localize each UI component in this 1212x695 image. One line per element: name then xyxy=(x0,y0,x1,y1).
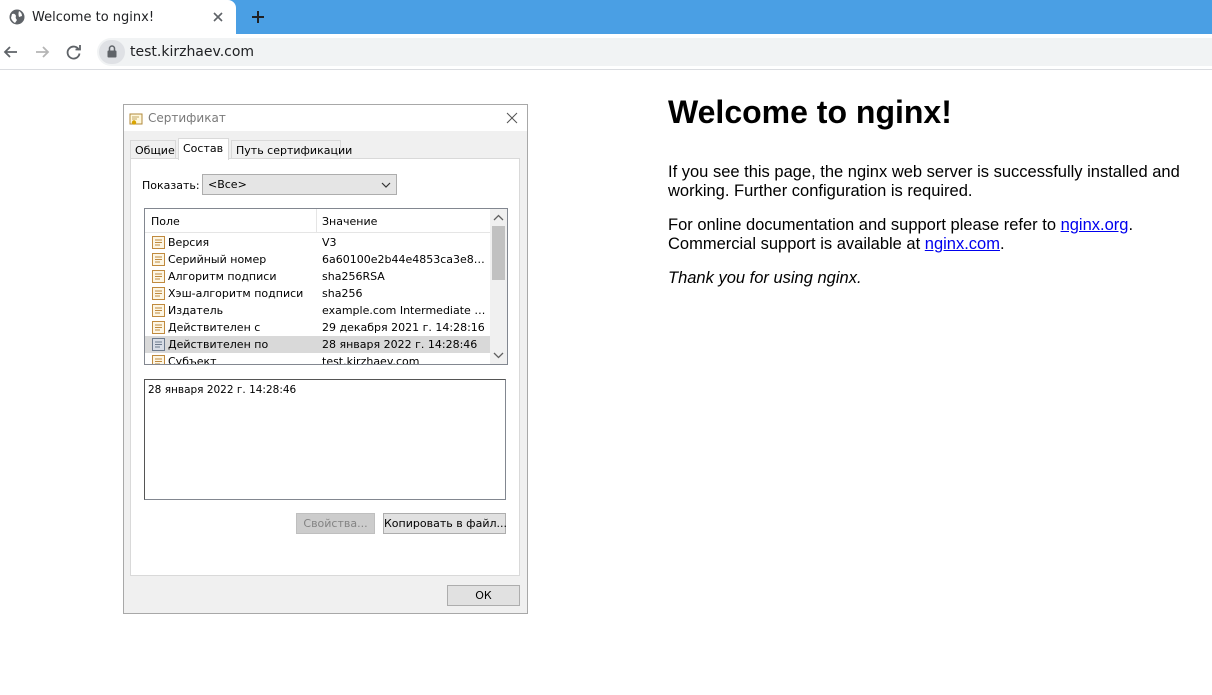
nginx-org-link[interactable]: nginx.org xyxy=(1061,216,1129,234)
field-icon xyxy=(152,355,165,364)
tab-strip: Welcome to nginx! xyxy=(0,0,1212,34)
field-icon xyxy=(152,304,165,317)
thanks-paragraph: Thank you for using nginx. xyxy=(668,269,1198,288)
tab-title: Welcome to nginx! xyxy=(32,10,155,25)
table-row-selected[interactable]: Действителен по 28 января 2022 г. 14:28:… xyxy=(145,336,490,353)
address-bar[interactable]: test.kirzhaev.com xyxy=(97,38,1212,66)
row-value: 28 января 2022 г. 14:28:46 xyxy=(322,338,478,351)
show-dropdown-value: <Все> xyxy=(208,178,247,191)
row-field: Алгоритм подписи xyxy=(168,270,277,283)
row-value: 6a60100e2b44e4853ca3e81c... xyxy=(322,253,487,266)
row-field: Субъект xyxy=(168,355,217,365)
show-dropdown[interactable]: <Все> xyxy=(202,174,397,195)
site-info-button[interactable] xyxy=(99,40,125,64)
rows: Версия V3 Серийный номер 6a60100e2b44e48… xyxy=(145,234,490,365)
field-icon xyxy=(152,236,165,249)
column-value[interactable]: Значение xyxy=(322,215,377,228)
certificate-dialog: Сертификат Общие Состав Путь сертификаци… xyxy=(123,104,528,614)
close-icon[interactable] xyxy=(504,110,520,126)
thanks-text: Thank you for using nginx. xyxy=(668,269,862,287)
dialog-titlebar[interactable]: Сертификат xyxy=(124,105,527,131)
browser-tab[interactable]: Welcome to nginx! xyxy=(0,0,236,34)
list-header: Поле Значение xyxy=(145,209,490,233)
field-icon xyxy=(152,270,165,283)
nginx-com-link[interactable]: nginx.com xyxy=(925,235,1000,253)
field-icon xyxy=(152,253,165,266)
table-row[interactable]: Субъект test.kirzhaev.com xyxy=(145,353,490,365)
field-icon xyxy=(152,338,165,351)
row-field: Версия xyxy=(168,236,210,249)
details-pane: Показать: <Все> Поле Значение Версия V3 xyxy=(130,158,520,576)
certificate-icon xyxy=(129,113,143,125)
row-value: 29 декабря 2021 г. 14:28:16 xyxy=(322,321,485,334)
close-tab-icon[interactable] xyxy=(210,9,226,25)
table-row[interactable]: Серийный номер 6a60100e2b44e4853ca3e81c.… xyxy=(145,251,490,268)
table-row[interactable]: Хэш-алгоритм подписи sha256 xyxy=(145,285,490,302)
docs-paragraph: For online documentation and support ple… xyxy=(668,216,1198,254)
docs-text: For online documentation and support ple… xyxy=(668,216,1061,234)
scrollbar-thumb[interactable] xyxy=(492,226,505,280)
column-field[interactable]: Поле xyxy=(151,215,180,228)
row-field: Действителен по xyxy=(168,338,269,351)
row-value: test.kirzhaev.com xyxy=(322,355,420,365)
table-row[interactable]: Алгоритм подписи sha256RSA xyxy=(145,268,490,285)
browser-toolbar: test.kirzhaev.com xyxy=(0,34,1212,70)
value-detail-box[interactable]: 28 января 2022 г. 14:28:46 xyxy=(144,379,506,500)
url-text[interactable]: test.kirzhaev.com xyxy=(130,44,254,60)
list-scrollbar[interactable] xyxy=(490,209,507,364)
table-row[interactable]: Действителен с 29 декабря 2021 г. 14:28:… xyxy=(145,319,490,336)
docs-text-end: . xyxy=(999,235,1005,253)
row-value: sha256RSA xyxy=(322,270,385,283)
dialog-tabs: Общие Состав Путь сертификации xyxy=(130,138,520,160)
scroll-up-icon[interactable] xyxy=(493,214,504,222)
row-field: Серийный номер xyxy=(168,253,267,266)
chevron-down-icon xyxy=(381,182,391,188)
dialog-title: Сертификат xyxy=(148,111,226,125)
reload-icon[interactable] xyxy=(64,42,84,62)
intro-paragraph: If you see this page, the nginx web serv… xyxy=(668,163,1180,200)
value-detail-text: 28 января 2022 г. 14:28:46 xyxy=(148,384,297,396)
properties-button[interactable]: Свойства... xyxy=(296,513,375,534)
table-row[interactable]: Версия V3 xyxy=(145,234,490,251)
lock-icon xyxy=(107,45,117,58)
row-value: V3 xyxy=(322,236,337,249)
tab-general[interactable]: Общие xyxy=(130,140,176,159)
row-field: Издатель xyxy=(168,304,224,317)
page-heading: Welcome to nginx! xyxy=(668,94,952,130)
field-icon xyxy=(152,287,165,300)
ok-button[interactable]: ОК xyxy=(447,585,520,606)
copy-to-file-button[interactable]: Копировать в файл... xyxy=(383,513,507,534)
forward-icon[interactable] xyxy=(32,42,52,62)
row-value: sha256 xyxy=(322,287,363,300)
field-icon xyxy=(152,321,165,334)
table-row[interactable]: Издатель example.com Intermediate Au... xyxy=(145,302,490,319)
nginx-welcome-page: Welcome to nginx! If you see this page, … xyxy=(668,90,1198,303)
column-divider[interactable] xyxy=(316,209,317,233)
tab-details[interactable]: Состав xyxy=(178,138,229,160)
row-field: Хэш-алгоритм подписи xyxy=(168,287,304,300)
show-label: Показать: xyxy=(142,179,200,192)
row-value: example.com Intermediate Au... xyxy=(322,304,487,317)
back-icon[interactable] xyxy=(1,42,21,62)
globe-icon xyxy=(9,9,25,25)
scroll-down-icon[interactable] xyxy=(493,351,504,359)
new-tab-icon[interactable] xyxy=(248,7,268,27)
fields-list[interactable]: Поле Значение Версия V3 Серийный номер 6… xyxy=(144,208,508,365)
row-field: Действителен с xyxy=(168,321,261,334)
tab-certification-path[interactable]: Путь сертификации xyxy=(231,140,352,159)
